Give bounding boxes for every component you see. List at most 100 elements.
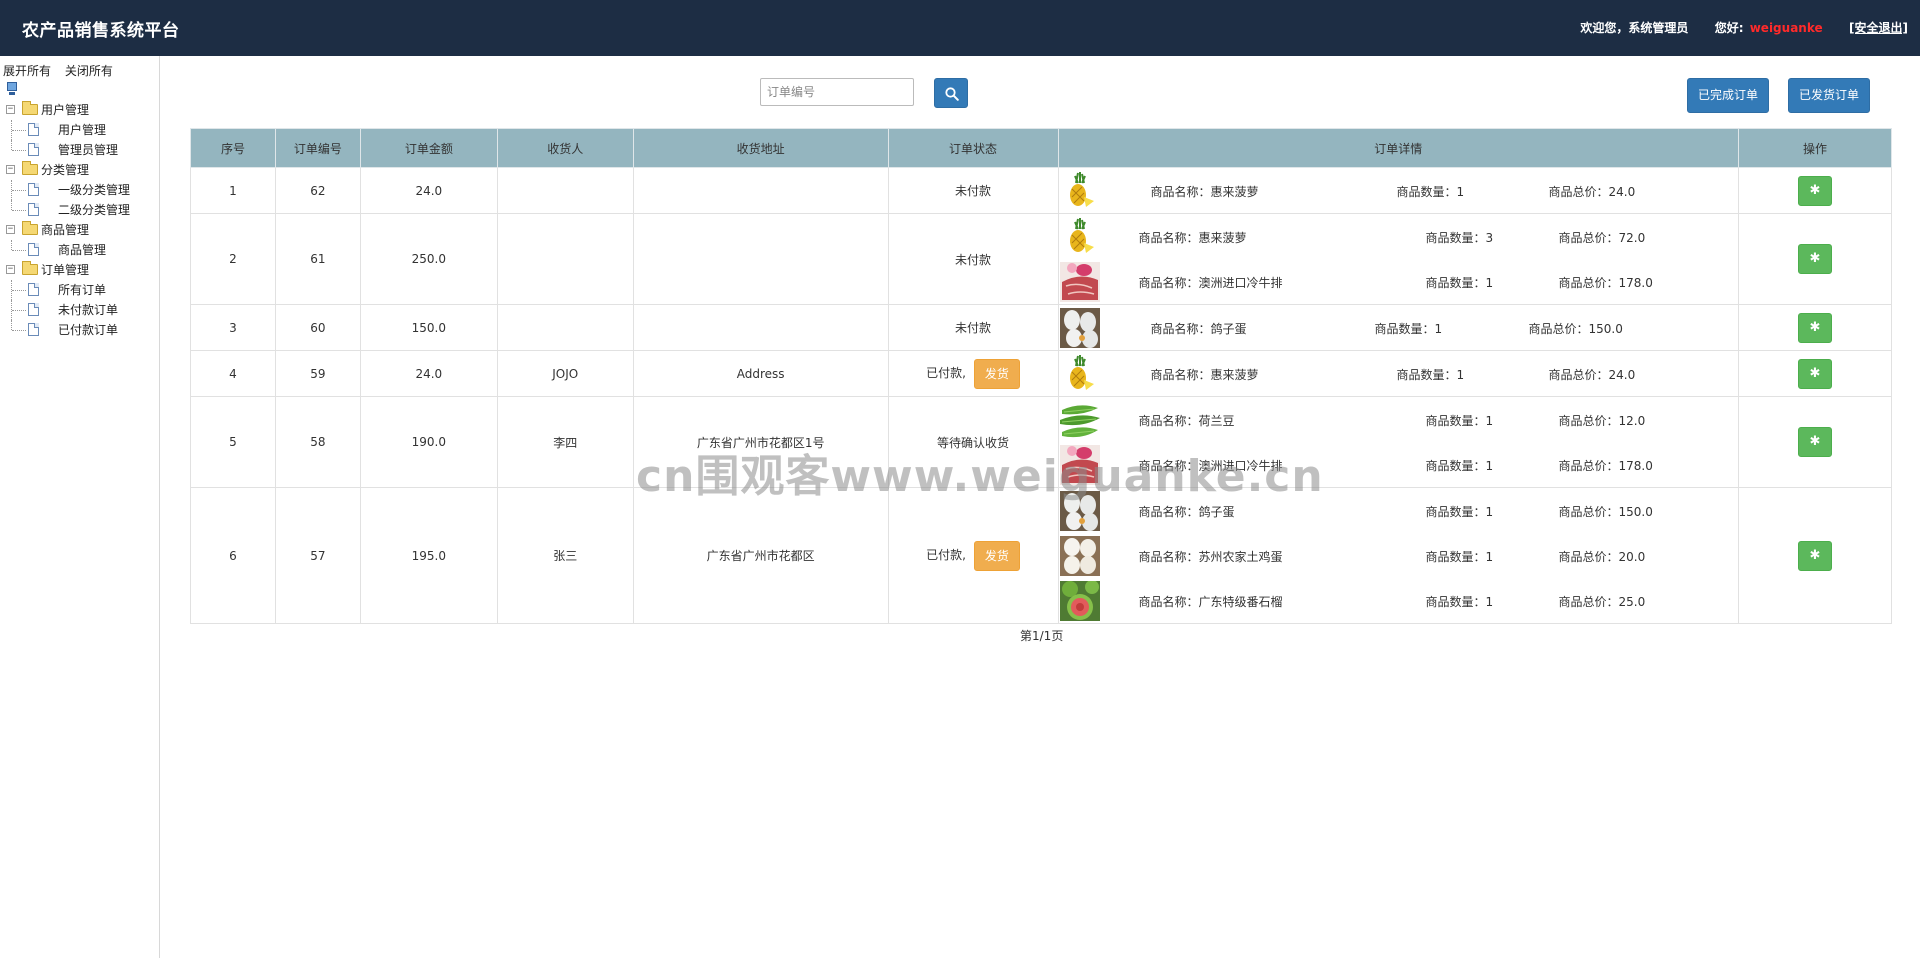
product-total-value: 25.0 [1618,595,1646,609]
table-row: 1 62 24.0 未付款 商品名称：惠来菠萝 商品数量：1 商品总价：24.0 ✱ [190,167,1892,214]
search-icon [945,87,959,101]
product-qty: 商品数量：1 [1397,183,1465,200]
product-name-value: 澳洲进口冷牛排 [1198,459,1283,473]
cell-address [632,213,889,305]
product-qty: 商品数量：1 [1397,366,1465,383]
sidebar-item-label[interactable]: 未付款订单 [58,300,118,320]
collapse-toggle-icon[interactable]: − [6,225,15,234]
product-total: 商品总价：25.0 [1559,593,1646,610]
product-qty-value: 1 [1485,595,1494,609]
status-text: 已付款, [926,366,966,380]
tree-group-label[interactable]: 分类管理 [41,160,89,180]
product-thumbnail [1059,308,1100,348]
tree-group-label[interactable]: 用户管理 [41,100,89,120]
document-icon [28,143,39,156]
status-text: 未付款 [955,184,992,198]
product-thumbnail [1059,217,1100,257]
gear-icon[interactable]: ✱ [1798,540,1832,571]
product-name-label: 商品名称： [1150,185,1211,199]
completed-orders-button[interactable]: 已完成订单 [1687,78,1769,113]
sidebar-item-label[interactable]: 所有订单 [58,280,106,300]
cell-actions: ✱ [1738,304,1892,351]
folder-open-icon [22,101,38,115]
expand-all-link[interactable]: 展开所有 [3,64,51,78]
cell-no: 6 [190,487,276,624]
order-item: 商品名称：澳洲进口冷牛排 商品数量：1 商品总价：178.0 [1059,259,1739,304]
product-total-label: 商品总价： [1558,231,1619,245]
product-qty-value: 1 [1485,414,1494,428]
gear-icon[interactable]: ✱ [1798,244,1832,274]
cell-receiver [496,213,634,305]
gear-icon[interactable]: ✱ [1798,358,1832,389]
product-qty-value: 1 [1485,505,1494,519]
ship-button[interactable]: 发货 [973,540,1020,571]
table-row: 2 61 250.0 未付款 商品名称：惠来菠萝 商品数量：3 商品总价：72.0 商品名称：… [190,213,1892,305]
product-qty-label: 商品数量： [1425,276,1486,290]
sidebar-item-label[interactable]: 一级分类管理 [58,180,130,200]
sidebar-item-label[interactable]: 二级分类管理 [58,200,130,220]
table-header-row: 序号 订单编号 订单金额 收货人 收货地址 订单状态 订单详情 操作 [190,128,1892,168]
cell-details: 商品名称：惠来菠萝 商品数量：3 商品总价：72.0 商品名称：澳洲进口冷牛排 商品数量… [1057,213,1740,305]
cell-order-id: 59 [274,350,361,397]
sidebar-item-label[interactable]: 管理员管理 [58,140,118,160]
cell-amount: 195.0 [359,487,498,624]
welcome-text: 欢迎您，系统管理员 [1580,21,1689,35]
sidebar-item-label[interactable]: 用户管理 [58,120,106,140]
status-text: 等待确认收货 [937,435,1010,450]
product-name-label: 商品名称： [1138,231,1199,245]
sidebar-item-label[interactable]: 商品管理 [58,240,106,260]
status-text: 已付款, [926,548,966,562]
logout-link[interactable]: [安全退出] [1849,21,1908,35]
cell-address [632,304,889,351]
computer-icon [6,82,18,96]
product-qty-value: 3 [1485,231,1494,245]
search-button[interactable] [934,78,968,108]
product-total: 商品总价：178.0 [1559,457,1653,474]
status-text: 未付款 [955,252,992,267]
pagination: 第1/1页 [1020,629,1064,643]
gear-icon[interactable]: ✱ [1798,427,1832,457]
cell-status: 未付款 [887,213,1059,305]
cell-details: 商品名称：鸽子蛋 商品数量：1 商品总价：150.0 [1057,304,1740,351]
product-qty-label: 商品数量： [1425,414,1486,428]
collapse-toggle-icon[interactable]: − [6,165,15,174]
product-name: 商品名称：荷兰豆 [1139,412,1235,429]
collapse-all-link[interactable]: 关闭所有 [65,64,113,78]
product-total: 商品总价：72.0 [1559,229,1646,246]
ship-button[interactable]: 发货 [973,358,1020,389]
product-qty-value: 1 [1485,459,1494,473]
gear-icon[interactable]: ✱ [1798,312,1832,343]
product-name-label: 商品名称： [1150,322,1211,336]
tree-group-label[interactable]: 商品管理 [41,220,89,240]
tree-group-label[interactable]: 订单管理 [41,260,89,280]
product-name-value: 广东特级番石榴 [1198,595,1283,609]
product-total: 商品总价：150.0 [1529,320,1623,337]
product-qty-label: 商品数量： [1425,595,1486,609]
collapse-toggle-icon[interactable]: − [6,105,15,114]
status-text: 未付款 [955,321,992,335]
collapse-toggle-icon[interactable]: − [6,265,15,274]
product-qty-label: 商品数量： [1396,185,1457,199]
order-item: 商品名称：惠来菠萝 商品数量：1 商品总价：24.0 [1059,351,1739,396]
product-name-value: 惠来菠萝 [1198,231,1247,245]
product-qty: 商品数量：3 [1426,229,1494,246]
col-header-amount: 订单金额 [359,128,498,168]
cell-receiver: 张三 [496,487,634,624]
cell-details: 商品名称：惠来菠萝 商品数量：1 商品总价：24.0 [1057,350,1740,397]
document-icon [28,243,39,256]
shipped-orders-button[interactable]: 已发货订单 [1788,78,1870,113]
product-total-value: 72.0 [1618,231,1646,245]
product-qty-label: 商品数量： [1396,368,1457,382]
sidebar-item-label[interactable]: 已付款订单 [58,320,118,340]
product-name: 商品名称：澳洲进口冷牛排 [1139,457,1283,474]
product-qty-label: 商品数量： [1374,322,1435,336]
order-item: 商品名称：鸽子蛋 商品数量：1 商品总价：150.0 [1059,305,1739,350]
cell-receiver: JOJO [496,350,634,397]
product-qty-label: 商品数量： [1425,505,1486,519]
order-id-search-input[interactable] [760,78,914,106]
cell-order-id: 58 [274,396,361,488]
gear-icon[interactable]: ✱ [1798,175,1832,206]
product-name-label: 商品名称： [1138,595,1199,609]
product-thumbnail [1059,445,1100,485]
username: weiguanke [1749,21,1823,35]
